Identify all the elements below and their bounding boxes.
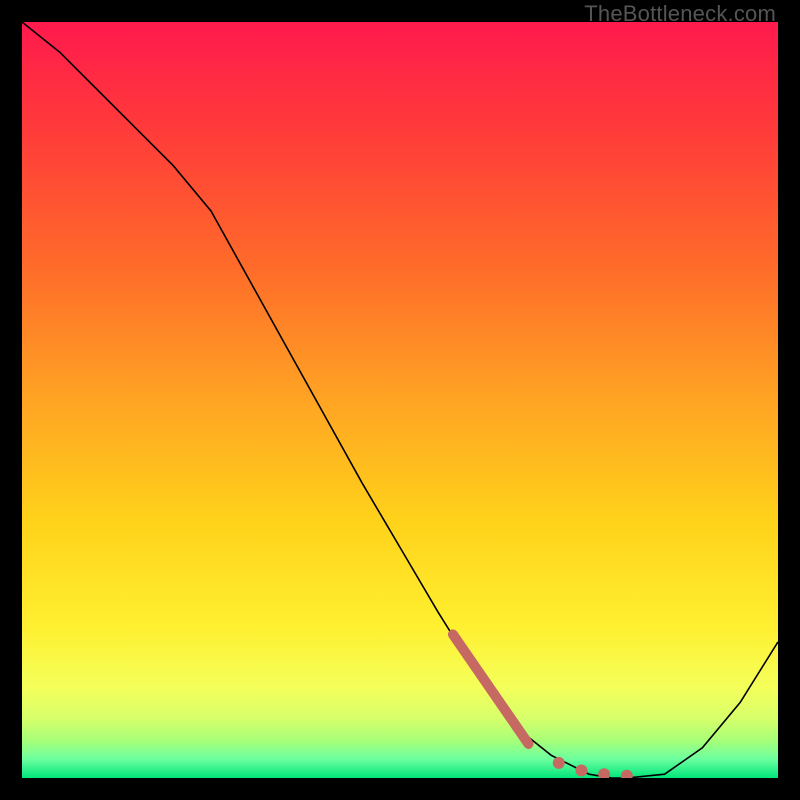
watermark-text: TheBottleneck.com [584,1,776,27]
plot-area [22,22,778,778]
highlight-dash-dot-2 [575,764,587,776]
gradient-background [22,22,778,778]
outer-frame: TheBottleneck.com [0,0,800,800]
chart-svg [22,22,778,778]
highlight-dash-dot-1 [553,757,565,769]
